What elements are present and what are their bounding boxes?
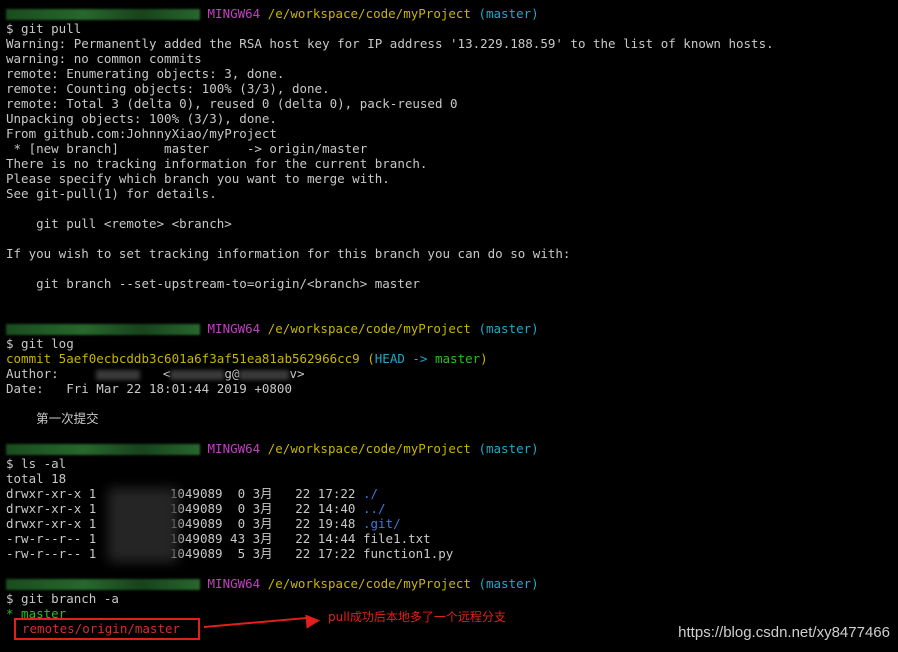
prompt-line: MINGW64 /e/workspace/code/myProject (mas… xyxy=(6,576,898,591)
ls-total: total 18 xyxy=(6,471,67,486)
output-line: If you wish to set tracking information … xyxy=(6,246,571,261)
output-line: There is no tracking information for the… xyxy=(6,156,428,171)
redacted-author-name xyxy=(96,369,141,380)
command-git-branch: $ git branch -a xyxy=(6,591,119,606)
command-git-log: $ git log xyxy=(6,336,74,351)
watermark: https://blog.csdn.net/xy8477466 xyxy=(678,624,890,641)
prompt-line: MINGW64 /e/workspace/code/myProject (mas… xyxy=(6,6,898,21)
redacted-email-domain xyxy=(239,369,290,380)
output-line: git branch --set-upstream-to=origin/<bra… xyxy=(6,276,420,291)
arrow-right-icon xyxy=(305,613,321,629)
redacted-user-host xyxy=(6,9,200,20)
output-line: See git-pull(1) for details. xyxy=(6,186,217,201)
redacted-email-user xyxy=(170,369,225,380)
redacted-user-host xyxy=(6,444,200,455)
output-line: From github.com:JohnnyXiao/myProject xyxy=(6,126,277,141)
terminal-window[interactable]: { "colors": {"prompt":"#26c026","mingw":… xyxy=(0,0,898,652)
author-line: Author: < g@ v> xyxy=(6,366,305,381)
output-line: warning: no common commits xyxy=(6,51,202,66)
prompt-line: MINGW64 /e/workspace/code/myProject (mas… xyxy=(6,441,898,456)
date-line: Date: Fri Mar 22 18:01:44 2019 +0800 xyxy=(6,381,292,396)
output-line: Please specify which branch you want to … xyxy=(6,171,390,186)
output-line: remote: Counting objects: 100% (3/3), do… xyxy=(6,81,330,96)
commit-line: commit 5aef0ecbcddb3c601a6f3af51ea81ab56… xyxy=(6,351,488,366)
command-ls: $ ls -al xyxy=(6,456,67,471)
commit-message: 第一次提交 xyxy=(6,411,99,426)
command-git-pull: $ git pull xyxy=(6,21,82,36)
output-line: Warning: Permanently added the RSA host … xyxy=(6,36,774,51)
redaction-blur xyxy=(108,488,178,562)
annotation-highlight-box xyxy=(14,618,200,640)
annotation-text: pull成功后本地多了一个远程分支 xyxy=(328,610,506,624)
prompt-line: MINGW64 /e/workspace/code/myProject (mas… xyxy=(6,321,898,336)
output-line: remote: Enumerating objects: 3, done. xyxy=(6,66,285,81)
redacted-user-host xyxy=(6,324,200,335)
redacted-user-host xyxy=(6,579,200,590)
output-line: Unpacking objects: 100% (3/3), done. xyxy=(6,111,277,126)
output-line: git pull <remote> <branch> xyxy=(6,216,232,231)
output-line: * [new branch] master -> origin/master xyxy=(6,141,368,156)
output-line: remote: Total 3 (delta 0), reused 0 (del… xyxy=(6,96,458,111)
